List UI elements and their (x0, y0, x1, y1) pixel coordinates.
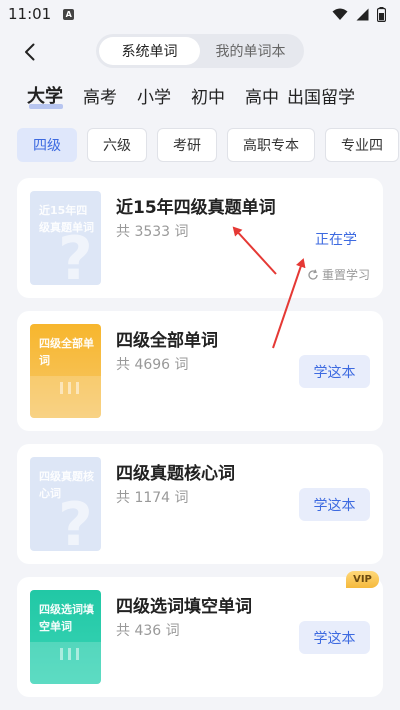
book-title: 四级真题核心词 (116, 464, 235, 484)
level-tab-primary[interactable]: 小学 (137, 83, 171, 112)
status-time: 11:01 (8, 5, 52, 23)
chip-kaoyan[interactable]: 考研 (157, 128, 217, 162)
level-tab-university[interactable]: 大学 (27, 82, 63, 112)
back-arrow-icon (25, 43, 35, 61)
learning-status-button[interactable]: 正在学 (315, 229, 357, 249)
category-chips: 四级 六级 考研 高职专本 专业四 (0, 128, 400, 162)
book-word-count: 共 436 词 (116, 623, 180, 639)
refresh-icon (308, 269, 318, 280)
book-card[interactable]: ? 近15年四级真题单词 近15年四级真题单词 共 3533 词 正在学 重置学… (17, 178, 383, 298)
tab-system-words[interactable]: 系统单词 (99, 37, 200, 65)
level-tab-study-abroad[interactable]: 出国留学 (287, 83, 355, 112)
reset-label: 重置学习 (321, 268, 370, 282)
book-title: 四级选词填空单词 (116, 597, 252, 617)
book-list: ? 近15年四级真题单词 近15年四级真题单词 共 3533 词 正在学 重置学… (17, 178, 383, 710)
top-nav: 系统单词 我的单词本 (0, 28, 400, 76)
level-tab-senior[interactable]: 高中 (245, 83, 279, 112)
book-cover: ? 四级真题核心词 (30, 457, 101, 551)
book-title: 近15年四级真题单词 (116, 198, 276, 218)
cover-title: 四级全部单词 (39, 337, 94, 367)
level-tabs: 大学 高考 小学 初中 高中 出国留学 (0, 76, 400, 112)
book-cover: 四级全部单词 (30, 324, 101, 418)
cover-title: 四级真题核心词 (39, 470, 94, 500)
notification-icon: A (63, 8, 75, 20)
cover-title: 近15年四级真题单词 (39, 204, 94, 234)
book-title: 四级全部单词 (116, 331, 218, 351)
back-button[interactable] (16, 38, 44, 66)
cover-title: 四级选词填空单词 (39, 603, 94, 633)
reset-learning-button[interactable]: 重置学习 (307, 266, 370, 283)
tab-my-wordbook[interactable]: 我的单词本 (200, 37, 301, 65)
vip-badge: VIP (346, 571, 379, 588)
status-bar: 11:01 A (0, 0, 400, 28)
battery-icon (377, 6, 386, 22)
chip-major-four[interactable]: 专业四 (325, 128, 399, 162)
level-tab-junior[interactable]: 初中 (191, 83, 225, 112)
book-word-count: 共 3533 词 (116, 224, 189, 240)
wifi-icon (332, 8, 348, 20)
book-card[interactable]: 四级全部单词 四级全部单词 共 4696 词 学这本 (17, 311, 383, 431)
signal-icon (356, 8, 369, 20)
book-card[interactable]: ? 四级真题核心词 四级真题核心词 共 1174 词 学这本 (17, 444, 383, 564)
level-tab-gaokao[interactable]: 高考 (83, 83, 117, 112)
book-cover: 四级选词填空单词 (30, 590, 101, 684)
status-icons (332, 6, 386, 22)
book-word-count: 共 1174 词 (116, 490, 189, 506)
chip-cet4[interactable]: 四级 (17, 128, 77, 162)
learn-this-button[interactable]: 学这本 (299, 621, 370, 654)
book-cover: ? 近15年四级真题单词 (30, 191, 101, 285)
book-card[interactable]: 四级选词填空单词 四级选词填空单词 共 436 词 学这本 VIP (17, 571, 383, 697)
book-word-count: 共 4696 词 (116, 357, 189, 373)
chip-cet6[interactable]: 六级 (87, 128, 147, 162)
learn-this-button[interactable]: 学这本 (299, 355, 370, 388)
segment-control: 系统单词 我的单词本 (96, 34, 304, 68)
chip-vocational[interactable]: 高职专本 (227, 128, 315, 162)
learn-this-button[interactable]: 学这本 (299, 488, 370, 521)
